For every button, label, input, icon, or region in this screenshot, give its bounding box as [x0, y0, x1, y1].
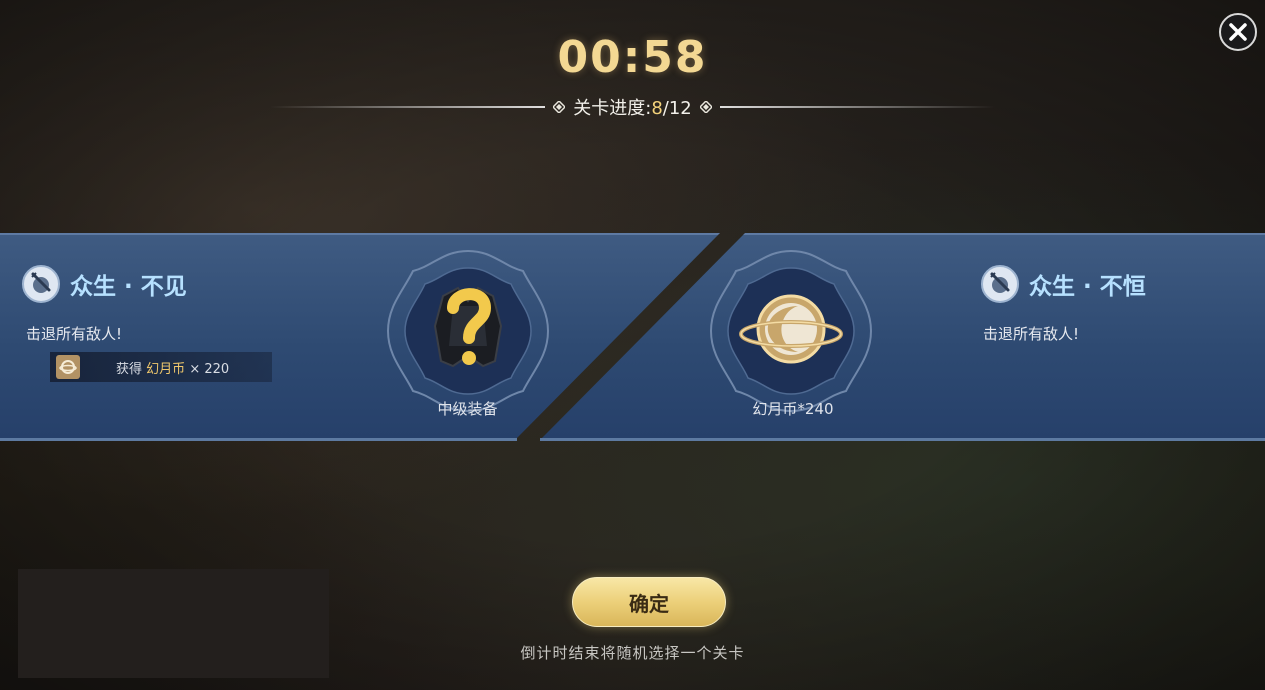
stage-title-text: 众生 · 不恒 — [1029, 274, 1146, 300]
stage-desc-left: 击退所有敌人! — [26, 325, 123, 343]
reward-bar: 获得 幻月币 × 220 — [50, 352, 272, 382]
panel-bottom-edge — [540, 438, 1265, 441]
progress-total: /12 — [662, 98, 692, 119]
divider-line-right — [719, 106, 995, 108]
emblem-label-right: 幻月币*240 — [752, 400, 834, 418]
stage-title-right: 众生 · 不恒 — [981, 265, 1146, 303]
countdown-timer: 00:58 — [557, 32, 708, 83]
stage-title-text: 众生 · 不见 — [70, 274, 187, 300]
reward-amount: × 220 — [189, 361, 230, 377]
sword-shield-icon — [22, 265, 60, 303]
confirm-button[interactable]: 确定 — [572, 577, 726, 627]
countdown-hint: 倒计时结束将随机选择一个关卡 — [520, 644, 745, 662]
sword-shield-icon — [981, 265, 1019, 303]
divider-line-left — [270, 106, 546, 108]
reward-currency: 幻月币 — [146, 361, 186, 377]
moon-coin-emblem[interactable] — [706, 246, 876, 416]
stage-desc-right: 击退所有敌人! — [983, 325, 1080, 343]
diamond-ornament-icon — [699, 101, 712, 113]
stage-progress: 关卡进度:8/12 — [0, 94, 1265, 120]
stage-title-left: 众生 · 不见 — [22, 265, 187, 303]
progress-text: 关卡进度:8/12 — [573, 94, 692, 120]
moon-coin-icon — [56, 355, 80, 379]
reward-text: 获得 幻月币 × 220 — [116, 358, 229, 377]
diamond-ornament-icon — [553, 101, 566, 113]
mystery-armor-emblem[interactable] — [383, 246, 553, 416]
reward-prefix: 获得 — [116, 361, 143, 377]
emblem-label-left: 中级装备 — [437, 400, 498, 418]
progress-label: 关卡进度: — [573, 98, 652, 119]
progress-current: 8 — [651, 98, 663, 119]
panel-bottom-edge — [0, 438, 517, 441]
